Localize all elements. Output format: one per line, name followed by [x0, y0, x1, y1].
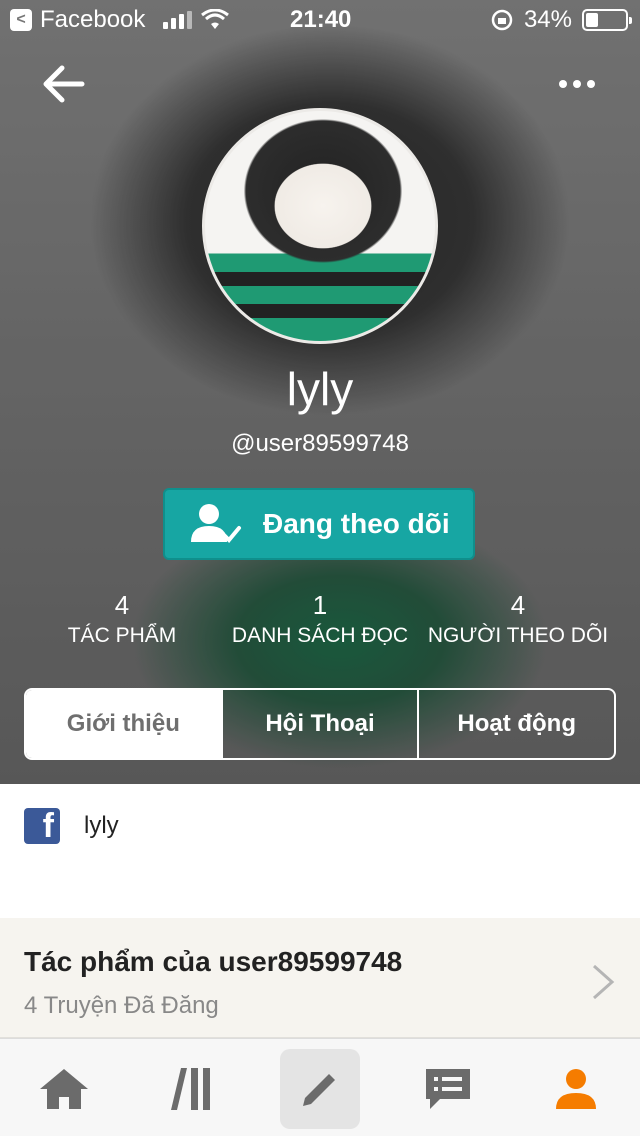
works-subtitle: 4 Truyện Đã Đăng: [24, 992, 219, 1019]
following-button-label: Đang theo dõi: [263, 508, 450, 539]
stat-followers-label: NGƯỜI THEO DÕI: [427, 624, 609, 647]
facebook-link[interactable]: f lyly: [24, 806, 119, 846]
facebook-name: lyly: [84, 812, 119, 839]
works-section[interactable]: Tác phẩm của user89599748 4 Truyện Đã Đă…: [0, 918, 640, 1038]
rotation-lock-icon: [491, 9, 513, 31]
status-bar: < Facebook 21:40 34%: [0, 0, 640, 40]
messages-icon: [426, 1069, 470, 1109]
signal-icon: [163, 11, 193, 29]
home-icon: [40, 1069, 88, 1109]
user-check-icon: [191, 504, 241, 543]
stat-followers-count: 4: [510, 590, 526, 620]
chevron-right-icon: [593, 964, 615, 1000]
profile-stats: 4 TÁC PHẨM 1 DANH SÁCH ĐỌC 4 NGƯỜI THEO …: [0, 590, 640, 660]
tab-about[interactable]: Giới thiệu: [26, 690, 221, 758]
battery-icon: [582, 9, 632, 31]
stat-reading-lists[interactable]: 1 DANH SÁCH ĐỌC: [220, 590, 420, 648]
back-app-label[interactable]: Facebook: [40, 6, 145, 34]
nav-library[interactable]: [152, 1049, 232, 1129]
stat-reading-lists-count: 1: [312, 590, 328, 620]
facebook-icon: f: [24, 808, 60, 844]
nav-messages[interactable]: [408, 1049, 488, 1129]
stat-followers[interactable]: 4 NGƯỜI THEO DÕI: [418, 590, 618, 648]
more-options-icon[interactable]: [552, 66, 602, 102]
profile-icon: [556, 1069, 596, 1109]
nav-write[interactable]: [280, 1049, 360, 1129]
back-arrow-icon[interactable]: [38, 58, 90, 110]
clock: 21:40: [290, 6, 352, 33]
avatar: [202, 108, 438, 344]
stat-works[interactable]: 4 TÁC PHẨM: [22, 590, 222, 648]
profile-name: lyly: [286, 363, 354, 415]
back-to-app-icon[interactable]: <: [10, 9, 32, 31]
profile-handle: @user89599748: [231, 430, 409, 457]
nav-profile[interactable]: [536, 1049, 616, 1129]
profile-header-background: < Facebook 21:40 34% lyly @user89599748 …: [0, 0, 640, 784]
works-title: Tác phẩm của user89599748: [24, 946, 403, 977]
stat-works-count: 4: [114, 590, 130, 620]
nav-home[interactable]: [24, 1049, 104, 1129]
stat-works-label: TÁC PHẨM: [67, 624, 177, 647]
wifi-icon: [201, 9, 230, 29]
bottom-nav: [0, 1038, 640, 1136]
following-button[interactable]: Đang theo dõi: [163, 488, 475, 560]
write-icon: [303, 1074, 335, 1106]
stat-reading-lists-label: DANH SÁCH ĐỌC: [231, 624, 409, 647]
tab-conversations[interactable]: Hội Thoại: [220, 690, 418, 758]
tab-activity[interactable]: Hoạt động: [417, 690, 614, 758]
battery-percent: 34%: [523, 6, 572, 33]
library-icon: [171, 1068, 210, 1110]
profile-tabs: Giới thiệu Hội Thoại Hoạt động: [24, 688, 616, 760]
